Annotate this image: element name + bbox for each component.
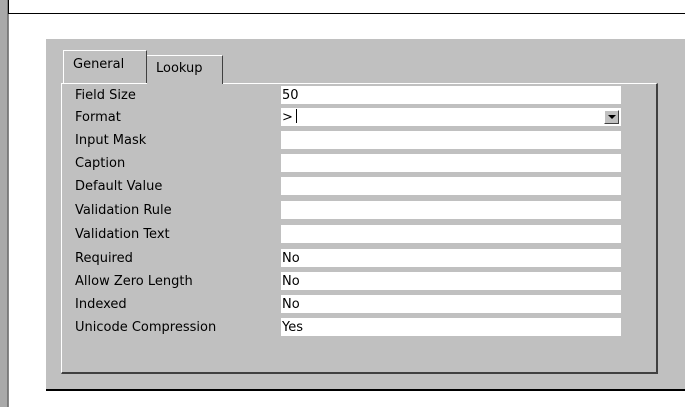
validation-rule-label: Validation Rule [75,203,172,218]
validation-text-input[interactable] [281,225,621,244]
field-size-label: Field Size [75,88,136,103]
text-cursor [295,109,297,123]
allow-zero-length-label: Allow Zero Length [75,274,193,289]
chevron-down-icon [608,115,616,119]
format-dropdown-button[interactable] [604,110,619,124]
tab-lookup[interactable]: Lookup [146,55,223,84]
tab-general[interactable]: General [63,50,147,83]
tab-lookup-label: Lookup [156,61,203,76]
required-input[interactable]: No [281,249,621,268]
allow-zero-length-input[interactable]: No [281,272,621,291]
validation-rule-input[interactable] [281,201,621,220]
input-mask-label: Input Mask [75,133,147,148]
caption-input[interactable] [281,154,621,173]
unicode-compression-label: Unicode Compression [75,320,217,335]
format-input[interactable]: > [281,108,621,127]
required-label: Required [75,251,133,266]
format-label: Format [75,110,121,125]
field-size-input[interactable]: 50 [281,86,621,105]
indexed-input[interactable]: No [281,295,621,314]
validation-text-label: Validation Text [75,227,170,242]
unicode-compression-input[interactable]: Yes [281,318,621,337]
input-mask-input[interactable] [281,131,621,150]
indexed-label: Indexed [75,297,127,312]
default-value-label: Default Value [75,179,163,194]
default-value-input[interactable] [281,177,621,196]
left-panel-strip [0,0,8,407]
caption-label: Caption [75,156,126,171]
tab-general-label: General [73,57,125,72]
upper-grid-edge [8,0,685,14]
format-value: > [282,110,293,125]
